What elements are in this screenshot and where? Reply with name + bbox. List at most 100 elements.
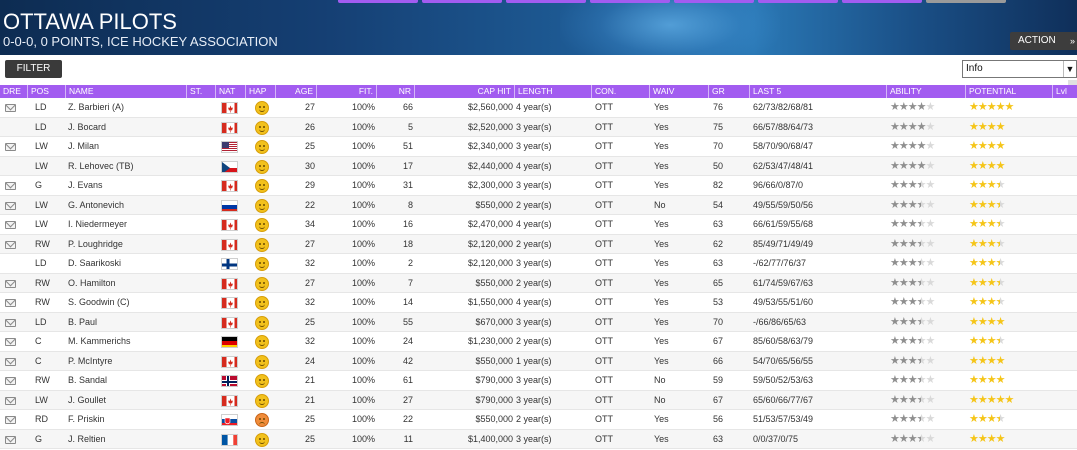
cell-name[interactable]: D. Saarikoski: [68, 254, 186, 273]
table-row[interactable]: C M. Kammerichs 32 100% 24 $1,230,000 2 year(s…: [0, 332, 1077, 352]
mail-icon[interactable]: [5, 338, 16, 346]
cell-last5: 66/57/88/64/73: [753, 121, 814, 132]
table-row[interactable]: C P. McIntyre 24 100% 42 $550,000 1 year(s) OTT…: [0, 351, 1077, 371]
cell-name[interactable]: S. Goodwin (C): [68, 293, 186, 312]
mail-icon[interactable]: [5, 221, 16, 229]
table-row[interactable]: RW O. Hamilton 27 100% 7 $550,000 2 year(s) OTT…: [0, 273, 1077, 293]
table-row[interactable]: RW B. Sandal 21 100% 61 $790,000 3 year(s) OTT N…: [0, 371, 1077, 391]
cell-waiv: Yes: [654, 355, 669, 366]
table-row[interactable]: LW I. Niedermeyer 34 100% 16 $2,470,000 4 year…: [0, 215, 1077, 235]
cell-pos: LD: [35, 316, 47, 327]
cell-name[interactable]: J. Goullet: [68, 391, 186, 410]
top-nav-tab[interactable]: [926, 0, 1006, 3]
col-header-gr[interactable]: GR: [709, 85, 750, 98]
table-row[interactable]: LD B. Paul 25 100% 55 $670,000 3 year(s) OTT Yes…: [0, 312, 1077, 332]
cell-name[interactable]: J. Evans: [68, 176, 186, 195]
col-header-potential[interactable]: POTENTIAL: [966, 85, 1053, 98]
mail-icon[interactable]: [5, 240, 16, 249]
col-header-ability[interactable]: ABILITY: [887, 85, 966, 98]
cell-fit: 100%: [351, 336, 375, 346]
table-row[interactable]: RW S. Goodwin (C) 32 100% 14 $1,550,000 4 year…: [0, 293, 1077, 313]
cell-waiv: Yes: [654, 433, 669, 444]
view-select[interactable]: Info ▼: [962, 60, 1077, 78]
mail-icon[interactable]: [5, 143, 16, 151]
table-row[interactable]: LD D. Saarikoski 32 100% 2 $2,120,000 3 year(s…: [0, 254, 1077, 274]
cell-name[interactable]: I. Niedermeyer: [68, 215, 186, 234]
top-nav-tab[interactable]: [422, 0, 502, 3]
top-nav-tab[interactable]: [338, 0, 418, 3]
roster-table-body: LD Z. Barbieri (A) 27 100% 66 $2,560,000 4 yea…: [0, 98, 1077, 450]
top-nav-tab[interactable]: [506, 0, 586, 3]
ability-stars: ★★★★★★: [890, 315, 935, 328]
cell-name[interactable]: M. Kammerichs: [68, 332, 186, 351]
top-nav-tab[interactable]: [590, 0, 670, 3]
ability-stars: ★★★★★★: [890, 257, 935, 269]
happy-face-icon: [255, 296, 269, 310]
table-row[interactable]: G J. Reltien 25 100% 11 $1,400,000 3 year(s) OT…: [0, 429, 1077, 449]
col-header-nat[interactable]: NAT: [216, 85, 246, 98]
table-row[interactable]: G J. Evans 29 100% 31 $2,300,000 3 year(s) OTT Y…: [0, 176, 1077, 196]
cell-name[interactable]: J. Milan: [68, 137, 186, 156]
mail-icon[interactable]: [5, 182, 16, 190]
table-row[interactable]: LD J. Bocard 26 100% 5 $2,520,000 3 year(s) OTT…: [0, 117, 1077, 137]
cell-name[interactable]: J. Bocard: [68, 118, 186, 137]
col-header-length[interactable]: LENGTH: [515, 85, 592, 98]
cell-name[interactable]: B. Paul: [68, 313, 186, 332]
col-header-nr[interactable]: NR: [377, 85, 415, 98]
table-row[interactable]: LW R. Lehovec (TB) 30 100% 17 $2,440,000 4 yea…: [0, 156, 1077, 176]
cell-name[interactable]: P. McIntyre: [68, 352, 186, 371]
cell-cap-hit: $550,000: [475, 414, 513, 424]
table-row[interactable]: RD F. Priskin 25 100% 22 $550,000 2 year(s) OTT…: [0, 410, 1077, 430]
table-row[interactable]: LW G. Antonevich 22 100% 8 $550,000 2 year(s) O…: [0, 195, 1077, 215]
col-header-status[interactable]: ST.: [187, 85, 216, 98]
cell-waiv: Yes: [654, 180, 669, 190]
cell-last5: 49/53/55/51/60: [753, 297, 814, 307]
mail-icon[interactable]: [5, 201, 16, 210]
col-header-pos[interactable]: POS: [28, 85, 66, 98]
cell-name[interactable]: F. Priskin: [68, 410, 186, 429]
cell-cap-hit: $790,000: [475, 394, 513, 405]
col-header-dre[interactable]: DRE: [0, 85, 28, 98]
mail-icon[interactable]: [5, 435, 16, 444]
cell-name[interactable]: J. Reltien: [68, 430, 186, 449]
potential-stars: ★★★★★: [969, 296, 1005, 308]
top-nav-tab[interactable]: [842, 0, 922, 3]
top-nav-tab[interactable]: [674, 0, 754, 3]
happy-face-icon: [255, 237, 269, 252]
cell-length: 4 year(s): [516, 219, 552, 229]
table-row[interactable]: LD Z. Barbieri (A) 27 100% 66 $2,560,000 4 yea…: [0, 98, 1077, 118]
col-header-fit[interactable]: FIT.: [317, 85, 377, 98]
mail-icon[interactable]: [5, 318, 16, 327]
col-header-hap[interactable]: HAP: [246, 85, 276, 98]
mail-icon[interactable]: [5, 299, 16, 307]
col-header-name[interactable]: NAME: [66, 85, 187, 98]
col-header-waiv[interactable]: WAIV: [650, 85, 709, 98]
mail-icon[interactable]: [5, 104, 16, 112]
table-row[interactable]: LW J. Milan 25 100% 51 $2,340,000 3 year(s) OTT…: [0, 137, 1077, 157]
mail-icon[interactable]: [5, 396, 16, 405]
cell-name[interactable]: B. Sandal: [68, 371, 186, 390]
col-header-age[interactable]: AGE: [276, 85, 317, 98]
chevron-down-icon: ▼: [1063, 61, 1076, 77]
mail-icon[interactable]: [5, 377, 16, 385]
cell-name[interactable]: O. Hamilton: [68, 274, 186, 293]
table-row[interactable]: RW P. Loughridge 27 100% 18 $2,120,000 2 year(…: [0, 234, 1077, 254]
col-header-last5[interactable]: LAST 5: [750, 85, 887, 98]
potential-stars: ★★★★: [969, 120, 1005, 133]
mail-icon[interactable]: [5, 357, 16, 366]
action-button[interactable]: ACTION »: [1010, 32, 1077, 50]
col-header-cap-hit[interactable]: CAP HIT: [415, 85, 515, 98]
potential-stars: ★★★★: [969, 140, 1005, 152]
mail-icon[interactable]: [5, 279, 16, 288]
col-header-level[interactable]: Lvl: [1053, 85, 1077, 98]
cell-name[interactable]: Z. Barbieri (A): [68, 98, 186, 117]
cell-name[interactable]: G. Antonevich: [68, 196, 186, 215]
col-header-con[interactable]: CON.: [592, 85, 650, 98]
top-nav-tab[interactable]: [758, 0, 838, 3]
cell-name[interactable]: P. Loughridge: [68, 235, 186, 254]
mail-icon[interactable]: [5, 416, 16, 424]
cell-name[interactable]: R. Lehovec (TB): [68, 157, 186, 176]
table-row[interactable]: LW J. Goullet 21 100% 27 $790,000 3 year(s) OTT…: [0, 390, 1077, 410]
potential-stars: ★★★★★: [969, 276, 1005, 289]
filter-button[interactable]: FILTER: [5, 60, 62, 78]
